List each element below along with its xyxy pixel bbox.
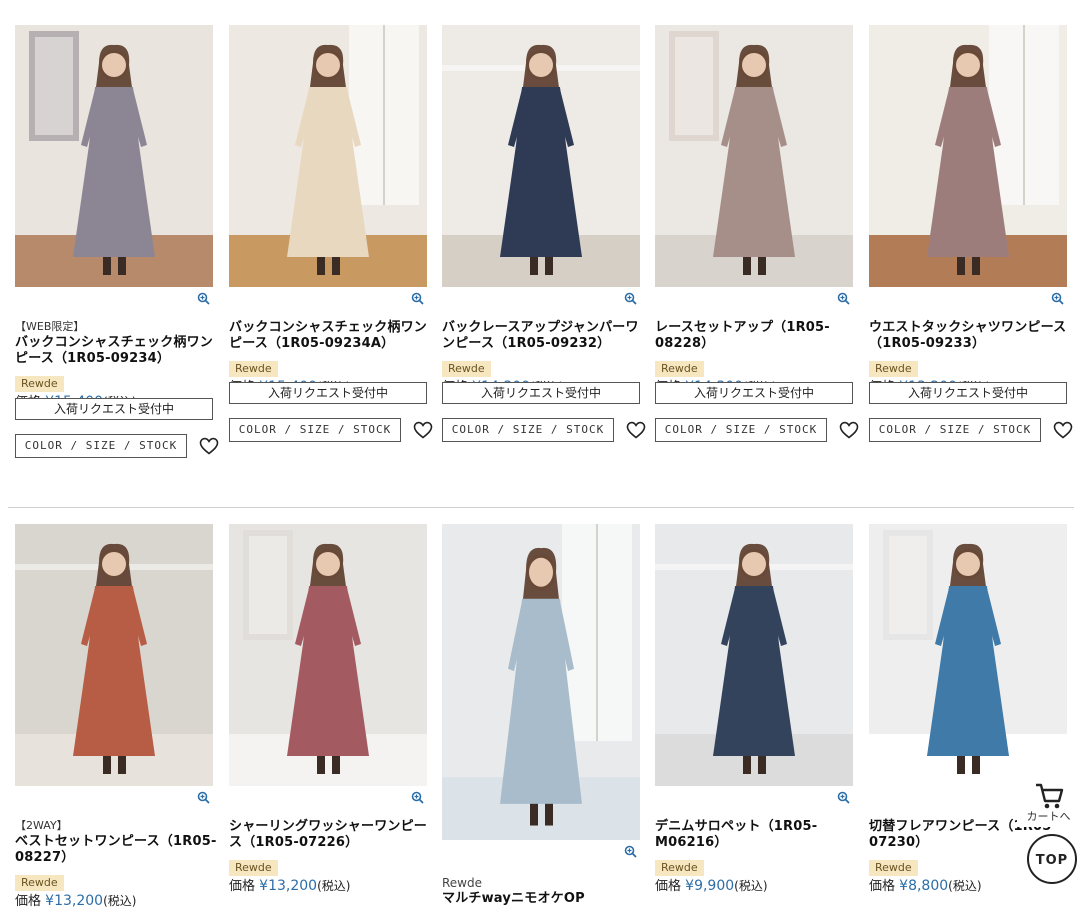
zoom-icon[interactable] (624, 845, 637, 858)
cart-label: カートへ (1026, 810, 1071, 823)
product-image[interactable] (229, 524, 427, 786)
product-photo (869, 524, 1067, 786)
product-info: 【2WAY】ベストセットワンピース（1R05-08227） Rewde 価格 ¥13… (15, 819, 225, 910)
product-image[interactable] (229, 25, 427, 287)
color-size-stock-button[interactable]: COLOR / SIZE / STOCK (442, 418, 614, 442)
product-photo (229, 524, 427, 786)
product-row-2: 【2WAY】 ベストセットワンピース（1R05-08227） Rewde 価格 ¥13… (0, 500, 1080, 909)
price-tax: (税込) (948, 879, 982, 893)
product-name[interactable]: ウエストタックシャツワンピース（1R05-09233） (869, 320, 1074, 352)
price-tax: (税込) (734, 879, 768, 893)
zoom-icon[interactable] (197, 791, 210, 804)
back-to-top-button[interactable]: TOP (1027, 834, 1077, 884)
zoom-icon[interactable] (624, 292, 637, 305)
product-info: デニムサロペット（1R05-M06216） Rewde 価格 ¥9,900(税込) (655, 819, 865, 895)
product-info: Rewde マルチwayニモオケOP (442, 872, 652, 907)
cart-icon (1033, 781, 1065, 811)
price-prefix: 価格 (655, 879, 682, 894)
product-tag: 【2WAY】 (15, 819, 68, 832)
product-image[interactable] (15, 524, 213, 786)
product-name[interactable]: バックコンシャスチェック柄ワンピース（1R05-09234A） (229, 320, 434, 352)
price: 価格 ¥13,200(税込) (229, 878, 439, 895)
restock-request-button[interactable]: 入荷リクエスト受付中 (655, 382, 853, 404)
product-photo (442, 524, 640, 840)
product-image[interactable] (655, 524, 853, 786)
product-row-1: 【WEB限定】バックコンシャスチェック柄ワンピース（1R05-09234） Rew… (0, 0, 1080, 500)
brand-badge: Rewde (655, 361, 704, 377)
product-name[interactable]: レースセットアップ（1R05-08228） (655, 320, 860, 352)
product-image[interactable] (655, 25, 853, 287)
brand-label: Rewde (442, 876, 482, 890)
product-photo (229, 25, 427, 287)
product-name[interactable]: バックコンシャスチェック柄ワンピース（1R05-09234） (15, 335, 220, 367)
zoom-icon[interactable] (837, 292, 850, 305)
product-tag: 【WEB限定】 (15, 320, 85, 333)
product-image[interactable] (869, 25, 1067, 287)
price-tax: (税込) (317, 879, 351, 893)
brand-badge: Rewde (229, 860, 278, 876)
zoom-icon[interactable] (197, 292, 210, 305)
favorite-heart-icon[interactable] (626, 421, 646, 439)
product-photo (655, 25, 853, 287)
product-info: シャーリングワッシャーワンピース（1R05-07226） Rewde 価格 ¥13,… (229, 819, 439, 895)
product-name[interactable]: バックレースアップジャンパーワンピース（1R05-09232） (442, 320, 647, 352)
brand-badge: Rewde (15, 875, 64, 891)
brand-badge: Rewde (229, 361, 278, 377)
brand-badge: Rewde (869, 860, 918, 876)
product-name[interactable]: シャーリングワッシャーワンピース（1R05-07226） (229, 819, 434, 851)
restock-request-button[interactable]: 入荷リクエスト受付中 (442, 382, 640, 404)
cart-button[interactable]: カートへ (1017, 771, 1080, 827)
product-image[interactable] (442, 25, 640, 287)
price-amount: ¥9,900 (685, 878, 735, 894)
product-photo (655, 524, 853, 786)
price-prefix: 価格 (869, 879, 896, 894)
brand-badge: Rewde (15, 376, 64, 392)
favorite-heart-icon[interactable] (199, 437, 219, 455)
restock-request-button[interactable]: 入荷リクエスト受付中 (15, 398, 213, 420)
color-size-stock-button[interactable]: COLOR / SIZE / STOCK (15, 434, 187, 458)
brand-badge: Rewde (442, 361, 491, 377)
price-prefix: 価格 (229, 879, 256, 894)
zoom-icon[interactable] (1051, 292, 1064, 305)
price-tax: (税込) (103, 894, 137, 908)
price-prefix: 価格 (15, 894, 42, 909)
color-size-stock-button[interactable]: COLOR / SIZE / STOCK (229, 418, 401, 442)
price: 価格 ¥9,900(税込) (655, 878, 865, 895)
price-amount: ¥13,200 (259, 878, 318, 894)
favorite-heart-icon[interactable] (413, 421, 433, 439)
product-image[interactable] (15, 25, 213, 287)
color-size-stock-button[interactable]: COLOR / SIZE / STOCK (869, 418, 1041, 442)
favorite-heart-icon[interactable] (1053, 421, 1073, 439)
color-size-stock-button[interactable]: COLOR / SIZE / STOCK (655, 418, 827, 442)
product-photo (15, 524, 213, 786)
product-name[interactable]: ベストセットワンピース（1R05-08227） (15, 834, 220, 866)
restock-request-button[interactable]: 入荷リクエスト受付中 (229, 382, 427, 404)
zoom-icon[interactable] (837, 791, 850, 804)
product-photo (442, 25, 640, 287)
product-image[interactable] (869, 524, 1067, 786)
restock-request-button[interactable]: 入荷リクエスト受付中 (869, 382, 1067, 404)
product-image[interactable] (442, 524, 640, 840)
price-amount: ¥8,800 (899, 878, 949, 894)
zoom-icon[interactable] (411, 791, 424, 804)
product-photo (869, 25, 1067, 287)
zoom-icon[interactable] (411, 292, 424, 305)
favorite-heart-icon[interactable] (839, 421, 859, 439)
price-amount: ¥13,200 (45, 893, 104, 909)
price: 価格 ¥13,200(税込) (15, 893, 225, 910)
product-name[interactable]: デニムサロペット（1R05-M06216） (655, 819, 860, 851)
brand-badge: Rewde (869, 361, 918, 377)
brand-badge: Rewde (655, 860, 704, 876)
product-photo (15, 25, 213, 287)
